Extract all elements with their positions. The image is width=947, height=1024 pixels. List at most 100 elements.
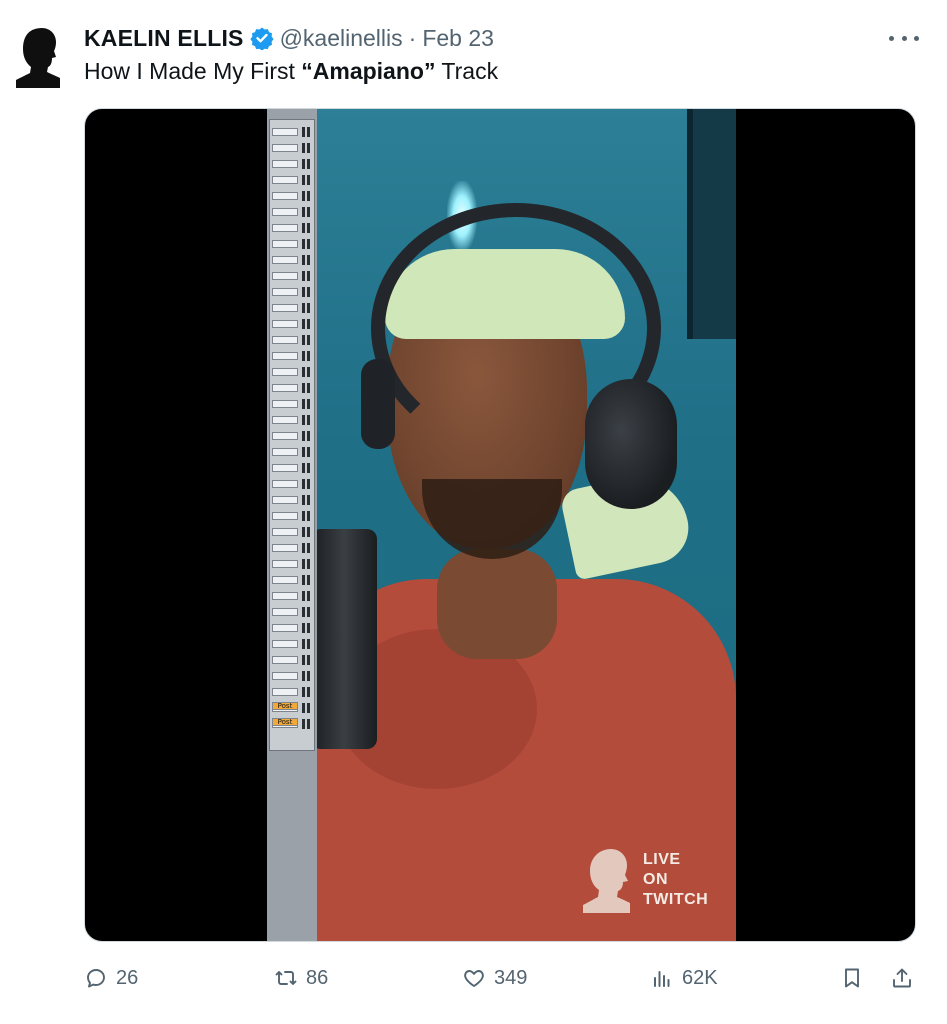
daw-meter bbox=[307, 511, 310, 521]
wall-frame bbox=[687, 109, 736, 339]
daw-channel-row bbox=[272, 526, 312, 538]
daw-channel-row bbox=[272, 462, 312, 474]
daw-channel-slot bbox=[272, 576, 298, 584]
daw-panel: Post Post bbox=[267, 109, 317, 941]
daw-channel-row bbox=[272, 254, 312, 266]
daw-channel-row bbox=[272, 366, 312, 378]
daw-meter bbox=[307, 607, 310, 617]
daw-channel-row bbox=[272, 590, 312, 602]
retweet-count: 86 bbox=[306, 966, 329, 989]
like-button[interactable]: 349 bbox=[462, 962, 527, 994]
share-button[interactable] bbox=[890, 962, 914, 994]
daw-meter bbox=[307, 239, 310, 249]
daw-channel-slot bbox=[272, 128, 298, 136]
daw-meter bbox=[307, 127, 310, 137]
daw-channel-slot bbox=[272, 640, 298, 648]
daw-meter bbox=[302, 447, 305, 457]
bookmark-icon bbox=[845, 968, 859, 988]
video-player[interactable]: Post Post LIVE ON TWITCH bbox=[84, 108, 916, 942]
daw-mixer-strip: Post Post bbox=[269, 119, 315, 751]
tweet-text: How I Made My First “Amapiano” Track bbox=[84, 58, 498, 85]
video-frame: Post Post LIVE ON TWITCH bbox=[267, 109, 736, 941]
daw-channel-row bbox=[272, 622, 312, 634]
daw-meter bbox=[302, 655, 305, 665]
daw-meter bbox=[302, 287, 305, 297]
daw-meter bbox=[307, 495, 310, 505]
daw-channel-row bbox=[272, 158, 312, 170]
bookmark-button[interactable] bbox=[840, 962, 864, 994]
daw-post-row: Post bbox=[272, 700, 312, 712]
daw-channel-slot bbox=[272, 384, 298, 392]
daw-channel-slot bbox=[272, 464, 298, 472]
avatar[interactable] bbox=[16, 26, 64, 88]
daw-meter bbox=[307, 319, 310, 329]
daw-post-row: Post bbox=[272, 716, 312, 728]
daw-meter bbox=[302, 623, 305, 633]
more-icon[interactable] bbox=[889, 28, 919, 48]
views-count: 62K bbox=[682, 966, 718, 989]
daw-channel-row bbox=[272, 670, 312, 682]
daw-meter bbox=[302, 175, 305, 185]
daw-meter bbox=[307, 463, 310, 473]
daw-meter bbox=[302, 671, 305, 681]
microphone bbox=[311, 529, 377, 749]
daw-meter bbox=[307, 559, 310, 569]
overlay-line: ON bbox=[643, 871, 668, 888]
more-dot bbox=[914, 35, 919, 41]
author-name[interactable]: KAELIN ELLIS bbox=[84, 25, 244, 52]
tweet-card: KAELIN ELLIS @kaelinellis · Feb 23 How I… bbox=[0, 0, 947, 1024]
daw-meter bbox=[307, 159, 310, 169]
daw-meter bbox=[307, 447, 310, 457]
daw-meter bbox=[302, 191, 305, 201]
daw-channel-row bbox=[272, 206, 312, 218]
daw-meter bbox=[302, 639, 305, 649]
daw-channel-row bbox=[272, 302, 312, 314]
daw-channel-row bbox=[272, 638, 312, 650]
daw-meter bbox=[307, 367, 310, 377]
daw-channel-slot bbox=[272, 192, 298, 200]
daw-channel-slot bbox=[272, 592, 298, 600]
daw-channel-row bbox=[272, 446, 312, 458]
headphone-cup-right bbox=[585, 379, 677, 509]
daw-meter bbox=[307, 271, 310, 281]
daw-channel-slot bbox=[272, 560, 298, 568]
daw-meter bbox=[307, 143, 310, 153]
daw-channel-slot bbox=[272, 272, 298, 280]
beard bbox=[422, 479, 562, 559]
daw-meter bbox=[307, 687, 310, 697]
daw-meter bbox=[302, 607, 305, 617]
more-dot bbox=[889, 35, 894, 41]
daw-channel-slot bbox=[272, 176, 298, 184]
daw-meter bbox=[307, 223, 310, 233]
daw-meter bbox=[302, 415, 305, 425]
daw-channel-row bbox=[272, 238, 312, 250]
daw-channel-row bbox=[272, 494, 312, 506]
daw-channel-slot bbox=[272, 400, 298, 408]
daw-channel-slot bbox=[272, 224, 298, 232]
daw-channel-slot bbox=[272, 528, 298, 536]
reply-button[interactable]: 26 bbox=[84, 962, 138, 994]
daw-meter bbox=[302, 559, 305, 569]
daw-channel-row bbox=[272, 398, 312, 410]
retweet-icon bbox=[275, 971, 297, 985]
daw-meter bbox=[302, 383, 305, 393]
daw-post-label: Post bbox=[272, 702, 298, 710]
daw-meter bbox=[302, 575, 305, 585]
daw-channel-slot bbox=[272, 496, 298, 504]
daw-channel-slot bbox=[272, 352, 298, 360]
daw-channel-slot bbox=[272, 368, 298, 376]
like-count: 349 bbox=[494, 966, 528, 989]
retweet-button[interactable]: 86 bbox=[274, 962, 328, 994]
views-button[interactable]: 62K bbox=[650, 962, 718, 994]
daw-meter bbox=[302, 319, 305, 329]
daw-channel-row bbox=[272, 350, 312, 362]
daw-channel-slot bbox=[272, 672, 298, 680]
daw-meter bbox=[302, 159, 305, 169]
daw-meter bbox=[302, 399, 305, 409]
daw-channel-slot bbox=[272, 336, 298, 344]
tweet-date[interactable]: Feb 23 bbox=[422, 25, 494, 52]
daw-meter bbox=[307, 383, 310, 393]
tweet-actions: 26 86 349 62K bbox=[84, 962, 916, 994]
author-handle[interactable]: @kaelinellis bbox=[280, 25, 403, 52]
daw-meter bbox=[302, 239, 305, 249]
